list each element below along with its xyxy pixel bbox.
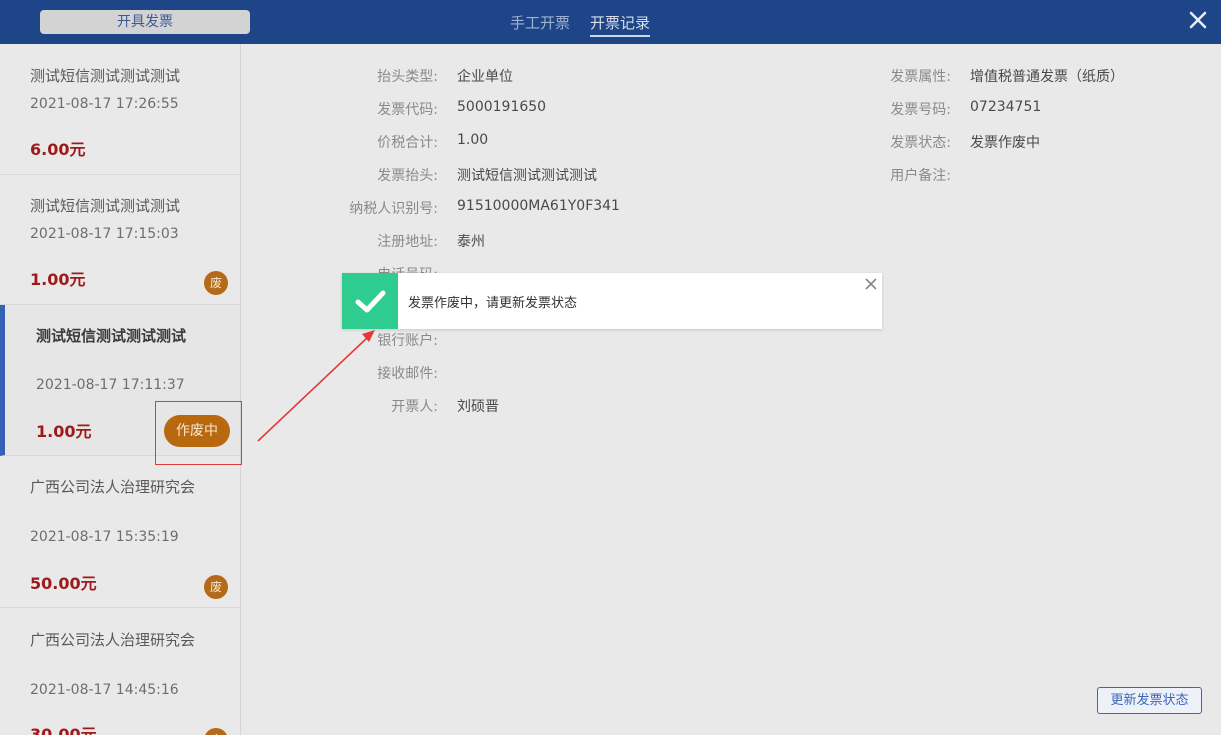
detail-label: 发票抬头: — [377, 168, 438, 184]
detail-label: 银行账户: — [377, 333, 438, 349]
detail-label: 注册地址: — [377, 234, 438, 250]
record-title: 测试短信测试测试测试 — [36, 327, 187, 345]
voided-badge: 废 — [204, 271, 228, 295]
record-title: 广西公司法人治理研究会 — [30, 478, 196, 496]
detail-label: 接收邮件: — [377, 366, 438, 382]
detail-label: 纳税人识别号: — [349, 201, 438, 217]
detail-value: 5000191650 — [457, 99, 547, 115]
record-time: 2021-08-17 14:45:16 — [30, 682, 179, 698]
toast-message: 发票作废中，请更新发票状态 — [408, 296, 578, 311]
detail-value: 增值税普通发票（纸质） — [970, 69, 1124, 85]
detail-label: 开票人: — [391, 399, 438, 415]
detail-value: 刘硕晋 — [457, 399, 499, 415]
record-title: 测试短信测试测试测试 — [30, 197, 181, 215]
voided-badge: 废 — [204, 728, 228, 735]
record-amount: 30.00元 — [30, 725, 97, 735]
close-icon[interactable] — [1187, 9, 1209, 31]
voided-badge: 废 — [204, 575, 228, 599]
detail-value: 07234751 — [970, 99, 1042, 115]
toast-close-icon[interactable] — [864, 277, 878, 291]
annotation-highlight-box — [155, 401, 242, 465]
detail-label: 抬头类型: — [377, 69, 438, 85]
detail-label: 发票代码: — [377, 102, 438, 118]
record-time: 2021-08-17 17:15:03 — [30, 226, 179, 242]
detail-label: 发票号码: — [890, 102, 951, 118]
detail-value: 发票作废中 — [970, 135, 1040, 151]
tab-manual-invoice[interactable]: 手工开票 — [510, 12, 570, 33]
success-toast: 发票作废中，请更新发票状态 — [342, 273, 882, 329]
checkmark-icon — [342, 273, 398, 329]
record-time: 2021-08-17 17:11:37 — [36, 377, 185, 393]
detail-label: 发票状态: — [890, 135, 951, 151]
detail-label: 用户备注: — [890, 168, 951, 184]
record-amount: 1.00元 — [36, 422, 92, 441]
tab-invoice-records[interactable]: 开票记录 — [590, 12, 651, 37]
detail-label: 价税合计: — [377, 135, 438, 151]
record-time: 2021-08-17 17:26:55 — [30, 96, 179, 112]
detail-value: 泰州 — [457, 234, 485, 250]
detail-value: 91510000MA61Y0F341 — [457, 198, 620, 214]
top-bar: 开具发票 手工开票 开票记录 — [0, 0, 1221, 44]
invoice-detail-panel: 抬头类型: 企业单位 发票代码: 5000191650 价税合计: 1.00 发… — [242, 44, 1221, 735]
invoice-record-list: 测试短信测试测试测试 2021-08-17 17:26:55 6.00元 测试短… — [0, 44, 241, 735]
issue-invoice-button[interactable]: 开具发票 — [40, 10, 250, 34]
detail-value: 1.00 — [457, 132, 489, 148]
record-title: 测试短信测试测试测试 — [30, 67, 181, 85]
detail-value: 测试短信测试测试测试 — [457, 168, 597, 184]
record-amount: 1.00元 — [30, 270, 86, 289]
detail-label: 发票属性: — [890, 69, 951, 85]
record-amount: 6.00元 — [30, 140, 86, 159]
detail-value: 企业单位 — [457, 69, 513, 85]
list-item[interactable]: 测试短信测试测试测试 2021-08-17 17:15:03 1.00元 废 — [0, 175, 240, 305]
record-title: 广西公司法人治理研究会 — [30, 631, 196, 649]
list-item[interactable]: 广西公司法人治理研究会 2021-08-17 14:45:16 30.00元 废 — [0, 608, 240, 735]
list-item[interactable]: 测试短信测试测试测试 2021-08-17 17:26:55 6.00元 — [0, 44, 240, 175]
record-time: 2021-08-17 15:35:19 — [30, 529, 179, 545]
record-amount: 50.00元 — [30, 574, 97, 593]
update-invoice-status-button[interactable]: 更新发票状态 — [1097, 687, 1202, 714]
list-item[interactable]: 广西公司法人治理研究会 2021-08-17 15:35:19 50.00元 废 — [0, 456, 240, 608]
